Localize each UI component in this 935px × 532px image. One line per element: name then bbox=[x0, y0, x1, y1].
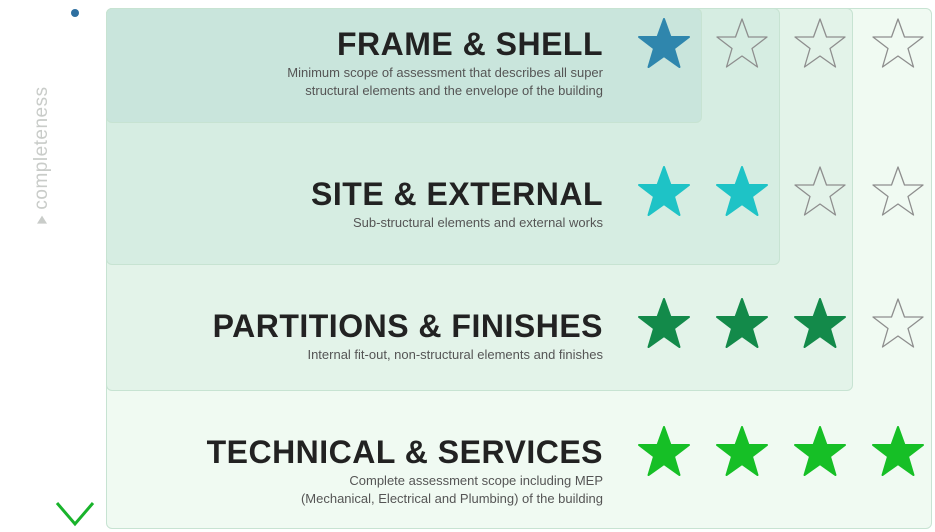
tier-title: PARTITIONS & FINISHES bbox=[212, 308, 603, 344]
tier-description: Sub-structural elements and external wor… bbox=[311, 214, 603, 232]
tier-title: SITE & EXTERNAL bbox=[311, 176, 603, 212]
star-filled-icon bbox=[638, 426, 690, 476]
star-filled-icon bbox=[716, 426, 768, 476]
star-filled-icon bbox=[794, 298, 846, 348]
star-filled-icon bbox=[638, 298, 690, 348]
star-outline-icon bbox=[794, 18, 846, 68]
tier-partitions-finishes: PARTITIONS & FINISHES Internal fit-out, … bbox=[213, 308, 603, 364]
tier-description-line: structural elements and the envelope of … bbox=[305, 83, 603, 98]
tier-technical-services: TECHNICAL & SERVICES Complete assessment… bbox=[207, 434, 603, 508]
star-filled-icon bbox=[872, 426, 924, 476]
tier-description: Internal fit-out, non-structural element… bbox=[213, 346, 603, 364]
tier-description-line: (Mechanical, Electrical and Plumbing) of… bbox=[300, 491, 603, 506]
tier-title: TECHNICAL & SERVICES bbox=[206, 434, 603, 470]
tier-description-line: Sub-structural elements and external wor… bbox=[352, 215, 603, 230]
star-outline-icon bbox=[872, 18, 924, 68]
axis-label-text: completeness bbox=[31, 86, 52, 210]
axis-label: completeness bbox=[31, 86, 53, 224]
tier-title: FRAME & SHELL bbox=[336, 26, 603, 62]
tier-description: Minimum scope of assessment that describ… bbox=[287, 64, 603, 100]
star-filled-icon bbox=[716, 166, 768, 216]
star-filled-icon bbox=[638, 166, 690, 216]
star-rating bbox=[636, 165, 926, 219]
star-outline-icon bbox=[794, 166, 846, 216]
star-filled-icon bbox=[716, 298, 768, 348]
tier-frame-shell: FRAME & SHELL Minimum scope of assessmen… bbox=[287, 26, 603, 100]
completeness-arrow bbox=[55, 9, 95, 527]
tier-site-external: SITE & EXTERNAL Sub-structural elements … bbox=[311, 176, 603, 232]
tier-description: Complete assessment scope including MEP … bbox=[207, 472, 603, 508]
tier-description-line: Internal fit-out, non-structural element… bbox=[307, 347, 603, 362]
star-filled-icon bbox=[794, 426, 846, 476]
tier-description-line: Complete assessment scope including MEP bbox=[349, 473, 603, 488]
star-rating bbox=[636, 425, 926, 479]
axis-triangle-icon bbox=[37, 215, 47, 224]
tier-description-line: Minimum scope of assessment that describ… bbox=[287, 65, 603, 80]
star-rating bbox=[636, 17, 926, 71]
star-outline-icon bbox=[872, 166, 924, 216]
star-outline-icon bbox=[872, 298, 924, 348]
star-rating bbox=[636, 297, 926, 351]
star-outline-icon bbox=[716, 18, 768, 68]
star-filled-icon bbox=[638, 18, 690, 68]
